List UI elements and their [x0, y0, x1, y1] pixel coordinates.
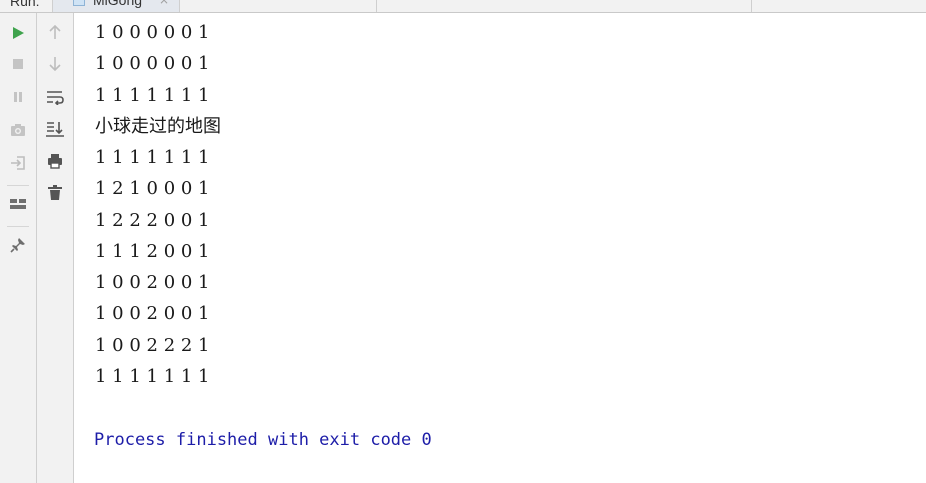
- scroll-to-end-button[interactable]: [44, 118, 66, 140]
- console-line: 1 1 1 2 0 0 1: [95, 241, 210, 262]
- pin-button[interactable]: [7, 234, 29, 256]
- console-line: 1 2 1 0 0 0 1: [95, 178, 210, 199]
- layout-button[interactable]: [7, 193, 29, 215]
- console-output[interactable]: 1 0 0 0 0 0 1 1 0 0 0 0 0 1 1 1 1 1 1 1 …: [75, 13, 926, 483]
- console-line: 1 1 1 1 1 1 1: [95, 147, 210, 168]
- print-button[interactable]: [44, 150, 66, 172]
- console-line: 1 0 0 2 2 2 1: [95, 335, 210, 356]
- clear-all-button[interactable]: [44, 182, 66, 204]
- toolbar-separator: [7, 185, 29, 186]
- trash-icon: [48, 185, 62, 200]
- console-line: 1 0 0 2 0 0 1: [95, 272, 210, 293]
- run-label: Run:: [10, 0, 40, 9]
- previous-occurrence-button[interactable]: [44, 21, 66, 43]
- tab-divider: [376, 0, 377, 12]
- pin-icon: [10, 238, 25, 253]
- pause-button[interactable]: [7, 86, 29, 108]
- exit-message: Process finished with exit code 0: [94, 430, 432, 450]
- tab-migong[interactable]: MiGong ×: [52, 0, 180, 12]
- arrow-up-icon: [49, 24, 61, 39]
- soft-wrap-icon: [47, 91, 64, 105]
- java-class-icon: [73, 0, 85, 6]
- login-icon: [11, 156, 25, 170]
- layout-icon: [10, 199, 26, 209]
- stop-button[interactable]: [7, 53, 29, 75]
- print-icon: [48, 154, 62, 169]
- stop-icon: [13, 59, 23, 69]
- toolbar-separator: [7, 226, 29, 227]
- console-line: 1 2 2 2 0 0 1: [95, 210, 210, 231]
- soft-wrap-button[interactable]: [44, 86, 66, 108]
- console-line: 小球走过的地图: [95, 116, 221, 137]
- rerun-icon: [13, 27, 24, 39]
- run-toolbar-left: [0, 13, 37, 483]
- console-line: 1 0 0 0 0 0 1: [95, 22, 210, 43]
- restore-layout-button[interactable]: [7, 152, 29, 174]
- console-line: 1 1 1 1 1 1 1: [95, 85, 210, 106]
- run-tab-bar: Run: MiGong ×: [0, 0, 926, 13]
- run-toolbar-right: [37, 13, 74, 483]
- console-line: 1 0 0 2 0 0 1: [95, 303, 210, 324]
- scroll-to-end-icon: [46, 122, 64, 137]
- next-occurrence-button[interactable]: [44, 53, 66, 75]
- dump-threads-button[interactable]: [7, 119, 29, 141]
- camera-icon: [11, 124, 25, 136]
- pause-icon: [14, 92, 22, 102]
- arrow-down-icon: [49, 57, 61, 72]
- console-line: 1 1 1 1 1 1 1: [95, 366, 210, 387]
- rerun-button[interactable]: [7, 22, 29, 44]
- tab-label: MiGong: [93, 0, 143, 8]
- console-line: 1 0 0 0 0 0 1: [95, 53, 210, 74]
- close-icon[interactable]: ×: [159, 0, 169, 7]
- tab-divider: [751, 0, 752, 12]
